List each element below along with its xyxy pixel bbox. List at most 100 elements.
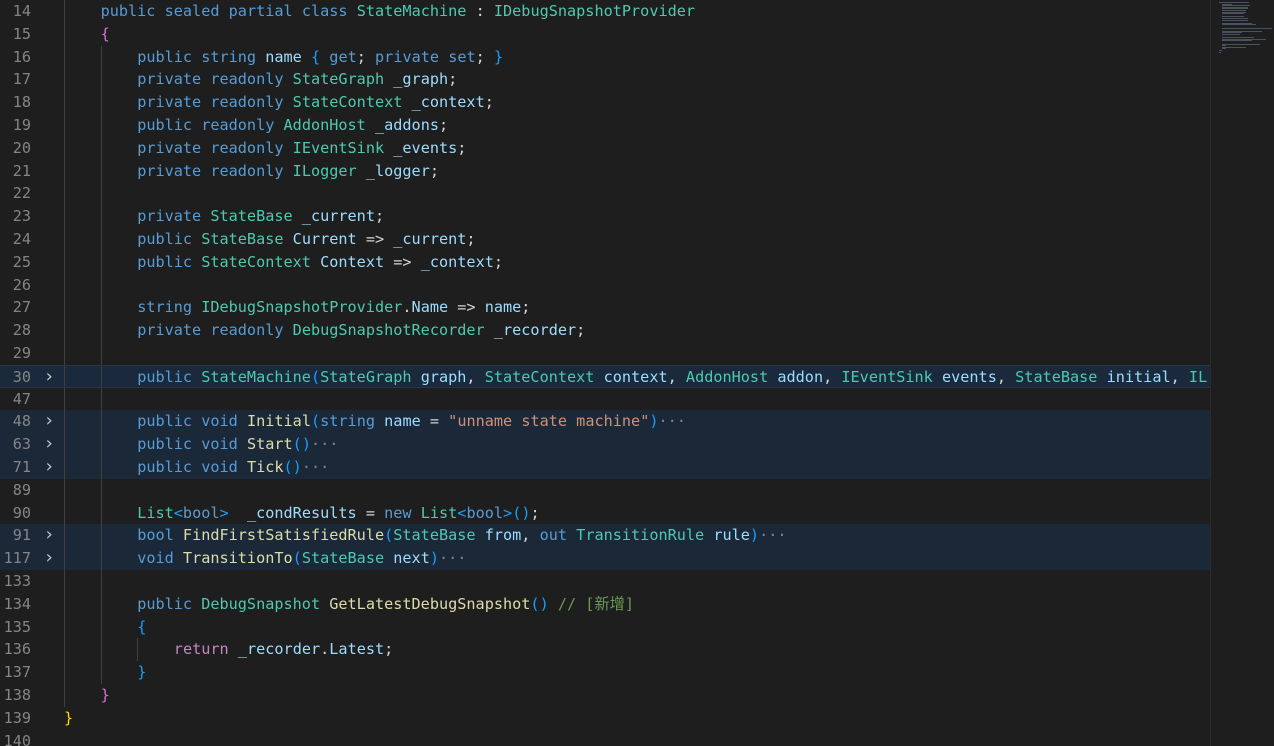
code-line[interactable]: 63 › public void Start()···	[0, 433, 1210, 456]
fold-chevron-icon[interactable]: ›	[42, 524, 56, 547]
code-token: private	[137, 321, 202, 340]
code-token: IEventSink	[292, 138, 385, 157]
minimap-line	[1219, 51, 1221, 53]
indent-guide	[64, 182, 65, 206]
code-line[interactable]: 14 public sealed partial class StateMachi…	[0, 0, 1210, 23]
code-line[interactable]: 30 › public StateMachine(StateGraph graph,…	[0, 364, 1210, 389]
code-token: AddonHost	[685, 367, 769, 386]
code-text: private readonly DebugSnapshotRecorder _…	[137, 319, 585, 342]
code-line[interactable]: 23 private StateBase _current;	[0, 205, 1210, 228]
folded-ellipsis-icon[interactable]: ···	[302, 458, 329, 476]
fold-chevron-icon[interactable]: ›	[42, 456, 56, 479]
indent-guide	[137, 638, 139, 662]
fold-chevron-icon[interactable]: ›	[42, 366, 56, 389]
code-line[interactable]: 27 string IDebugSnapshotProvider.Name => …	[0, 296, 1210, 320]
folded-ellipsis-icon[interactable]: ···	[659, 412, 686, 430]
code-line[interactable]: 117 › void TransitionTo(StateBase next)···	[0, 547, 1210, 570]
code-token: ;	[521, 298, 531, 317]
code-line[interactable]: 26	[0, 273, 1210, 297]
code-line[interactable]: 20 private readonly IEventSink _events;	[0, 136, 1210, 160]
code-token: void	[201, 412, 238, 431]
code-token: )	[649, 412, 659, 431]
fold-chevron-icon[interactable]: ›	[42, 433, 56, 456]
code-line[interactable]: 135 {	[0, 615, 1210, 639]
code-line[interactable]: 29	[0, 342, 1210, 365]
indent-guide	[64, 638, 65, 662]
code-line[interactable]: 48 › public void Initial(string name = "un…	[0, 410, 1210, 434]
code-token: readonly	[210, 70, 284, 89]
indent-guide	[64, 159, 65, 183]
code-line[interactable]: 91 › bool FindFirstSatisfiedRule(StateBase…	[0, 524, 1210, 548]
code-line[interactable]: 28 private readonly DebugSnapshotRecorder…	[0, 319, 1210, 342]
folded-ellipsis-icon[interactable]: ···	[759, 526, 786, 544]
code-line[interactable]: 24 public StateBase Current => _current;	[0, 228, 1210, 251]
code-token: <	[173, 503, 183, 522]
indent-guide	[100, 205, 102, 228]
code-text: private readonly ILogger _logger;	[137, 160, 439, 183]
line-number: 21	[12, 161, 31, 180]
code-token: IDebugSnapshotProvider	[493, 2, 696, 20]
code-editor[interactable]: 14 public sealed partial class StateMachi…	[0, 0, 1210, 746]
code-line[interactable]: 16 public string name { get; private set;…	[0, 45, 1210, 69]
code-text: private readonly IEventSink _events;	[137, 137, 466, 160]
code-token: IL	[1188, 367, 1208, 386]
line-number: 134	[3, 594, 31, 613]
code-line[interactable]: 17 private readonly StateGraph _graph;	[0, 68, 1210, 92]
folded-ellipsis-icon[interactable]: ···	[311, 435, 338, 453]
code-line[interactable]: 18 private readonly StateContext _context…	[0, 91, 1210, 114]
code-line[interactable]: 89	[0, 478, 1210, 502]
fold-chevron-icon[interactable]: ›	[42, 547, 56, 570]
minimap-line	[1222, 43, 1260, 45]
code-token: context	[603, 367, 668, 386]
minimap[interactable]	[1210, 0, 1274, 746]
code-line[interactable]: 22	[0, 182, 1210, 206]
code-token: ()	[530, 594, 549, 613]
code-line[interactable]: 139}	[0, 707, 1210, 730]
code-token: ILogger	[292, 161, 357, 180]
code-line[interactable]: 136 return _recorder.Latest;	[0, 638, 1210, 662]
code-line[interactable]: 47	[0, 387, 1210, 411]
code-line[interactable]: 138}	[0, 684, 1210, 707]
code-line[interactable]: 137}	[0, 661, 1210, 684]
code-token: bool	[466, 503, 504, 522]
code-line[interactable]: 19 public readonly AddonHost _addons;	[0, 114, 1210, 137]
code-token: ;	[439, 116, 449, 134]
code-line[interactable]: 133	[0, 570, 1210, 593]
code-token: ;	[448, 70, 458, 89]
folded-ellipsis-icon[interactable]: ···	[439, 549, 466, 567]
code-token: AddonHost	[283, 116, 366, 134]
code-line[interactable]: 90 List<bool> _condResults = new List<boo…	[0, 501, 1210, 525]
code-token: get	[329, 47, 357, 66]
indent-guide	[100, 182, 102, 206]
indent-guide	[100, 296, 102, 320]
indent-guide	[64, 136, 65, 160]
code-token: public	[137, 230, 193, 248]
code-token: _condResults	[246, 503, 357, 522]
line-number: 89	[12, 480, 31, 499]
code-line[interactable]: 71 › public void Tick()···	[0, 456, 1210, 479]
indent-guide	[64, 205, 65, 228]
fold-chevron-icon[interactable]: ›	[42, 410, 56, 433]
code-token: _current	[301, 207, 375, 226]
indent-guide	[64, 273, 65, 297]
code-token: ;	[475, 47, 494, 66]
code-line[interactable]: 21 private readonly ILogger _logger;	[0, 159, 1210, 183]
code-token: GetLatestDebugSnapshot	[329, 594, 531, 613]
code-line[interactable]: 15 {	[0, 22, 1210, 46]
code-line[interactable]: 140	[0, 730, 1210, 746]
indent-guide	[100, 615, 102, 639]
code-token: _addons	[374, 116, 439, 134]
line-number: 29	[12, 344, 31, 362]
code-line[interactable]: 25 public StateContext Context => _contex…	[0, 250, 1210, 274]
code-line[interactable]: 134 public DebugSnapshot GetLatestDebugSn…	[0, 592, 1210, 616]
